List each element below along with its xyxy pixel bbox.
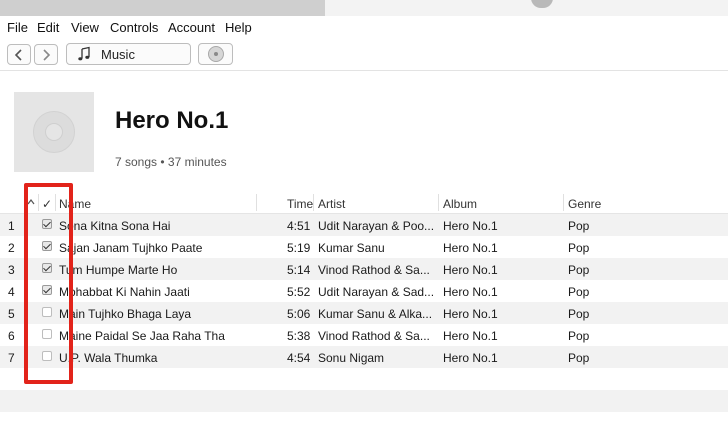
back-button[interactable]	[7, 44, 31, 65]
song-time: 4:51	[287, 219, 311, 233]
menu-controls[interactable]: Controls	[110, 20, 158, 35]
song-name: Sajan Janam Tujhko Paate	[59, 241, 203, 255]
song-artist: Udit Narayan & Poo...	[318, 219, 435, 233]
song-album: Hero No.1	[443, 219, 498, 233]
forward-button[interactable]	[34, 44, 58, 65]
menu-file[interactable]: File	[7, 20, 28, 35]
song-artist: Kumar Sanu & Alka...	[318, 307, 433, 321]
highlight-box	[24, 183, 73, 384]
track-number: 4	[8, 285, 15, 299]
song-time: 4:54	[287, 351, 311, 365]
media-kind-label: Music	[101, 47, 135, 62]
toolbar-divider	[0, 70, 728, 71]
song-time: 5:38	[287, 329, 311, 343]
song-genre: Pop	[568, 307, 590, 321]
header-artist[interactable]: Artist	[318, 197, 345, 211]
table-row[interactable]: 6 Maine Paidal Se Jaa Raha Tha 5:38 Vino…	[0, 324, 728, 346]
song-artist: Vinod Rathod & Sa...	[318, 329, 430, 343]
empty-row	[0, 390, 728, 412]
song-album: Hero No.1	[443, 307, 498, 321]
toolbar: Music	[0, 40, 728, 70]
track-number: 2	[8, 241, 15, 255]
playback-display	[0, 0, 325, 16]
table-row[interactable]: 4 Mohabbat Ki Nahin Jaati 5:52 Udit Nara…	[0, 280, 728, 302]
apple-logo-icon	[531, 0, 553, 8]
song-table-header: ✓ Name Time Artist Album Genre	[0, 192, 728, 214]
header-album[interactable]: Album	[443, 197, 477, 211]
song-time: 5:06	[287, 307, 311, 321]
song-time: 5:19	[287, 241, 311, 255]
song-artist: Vinod Rathod & Sa...	[318, 263, 430, 277]
song-artist: Sonu Nigam	[318, 351, 385, 365]
song-time: 5:14	[287, 263, 311, 277]
table-row[interactable]: 5 Main Tujhko Bhaga Laya 5:06 Kumar Sanu…	[0, 302, 728, 324]
header-time[interactable]: Time	[287, 197, 313, 211]
menu-bar: File Edit View Controls Account Help	[0, 17, 728, 39]
album-title: Hero No.1	[115, 107, 229, 134]
disc-center	[45, 123, 63, 141]
song-genre: Pop	[568, 285, 590, 299]
song-name: Maine Paidal Se Jaa Raha Tha	[59, 329, 225, 343]
song-genre: Pop	[568, 351, 590, 365]
cd-button[interactable]	[198, 43, 233, 65]
song-name: Sona Kitna Sona Hai	[59, 219, 171, 233]
song-artist: Kumar Sanu	[318, 241, 385, 255]
table-row[interactable]: 2 Sajan Janam Tujhko Paate 5:19 Kumar Sa…	[0, 236, 728, 258]
column-divider[interactable]	[256, 194, 257, 211]
media-kind-selector[interactable]: Music	[66, 43, 191, 65]
title-bar	[0, 0, 728, 16]
track-number: 5	[8, 307, 15, 321]
song-genre: Pop	[568, 263, 590, 277]
empty-row	[0, 412, 728, 434]
song-genre: Pop	[568, 219, 590, 233]
track-number: 3	[8, 263, 15, 277]
menu-help[interactable]: Help	[225, 20, 252, 35]
chevron-right-icon	[43, 49, 51, 61]
song-genre: Pop	[568, 241, 590, 255]
menu-view[interactable]: View	[71, 20, 99, 35]
album-meta: 7 songs • 37 minutes	[115, 155, 227, 169]
menu-edit[interactable]: Edit	[37, 20, 59, 35]
song-name: Mohabbat Ki Nahin Jaati	[59, 285, 190, 299]
song-time: 5:52	[287, 285, 311, 299]
track-number: 6	[8, 329, 15, 343]
song-album: Hero No.1	[443, 285, 498, 299]
song-genre: Pop	[568, 329, 590, 343]
column-divider[interactable]	[313, 194, 314, 211]
table-row[interactable]: 7 U.P. Wala Thumka 4:54 Sonu Nigam Hero …	[0, 346, 728, 368]
song-name: U.P. Wala Thumka	[59, 351, 158, 365]
album-artwork[interactable]	[14, 92, 94, 172]
column-divider[interactable]	[438, 194, 439, 211]
song-name: Main Tujhko Bhaga Laya	[59, 307, 192, 321]
cd-icon	[208, 46, 224, 62]
empty-row	[0, 368, 728, 390]
song-name: Tum Humpe Marte Ho	[59, 263, 178, 277]
menu-account[interactable]: Account	[168, 20, 215, 35]
song-album: Hero No.1	[443, 241, 498, 255]
table-row[interactable]: 1 Sona Kitna Sona Hai 4:51 Udit Narayan …	[0, 214, 728, 236]
music-note-icon	[78, 46, 90, 61]
song-album: Hero No.1	[443, 351, 498, 365]
song-artist: Udit Narayan & Sad...	[318, 285, 435, 299]
track-number: 1	[8, 219, 15, 233]
chevron-left-icon	[14, 49, 22, 61]
song-album: Hero No.1	[443, 263, 498, 277]
header-genre[interactable]: Genre	[568, 197, 601, 211]
track-number: 7	[8, 351, 15, 365]
column-divider[interactable]	[563, 194, 564, 211]
table-row[interactable]: 3 Tum Humpe Marte Ho 5:14 Vinod Rathod &…	[0, 258, 728, 280]
song-album: Hero No.1	[443, 329, 498, 343]
